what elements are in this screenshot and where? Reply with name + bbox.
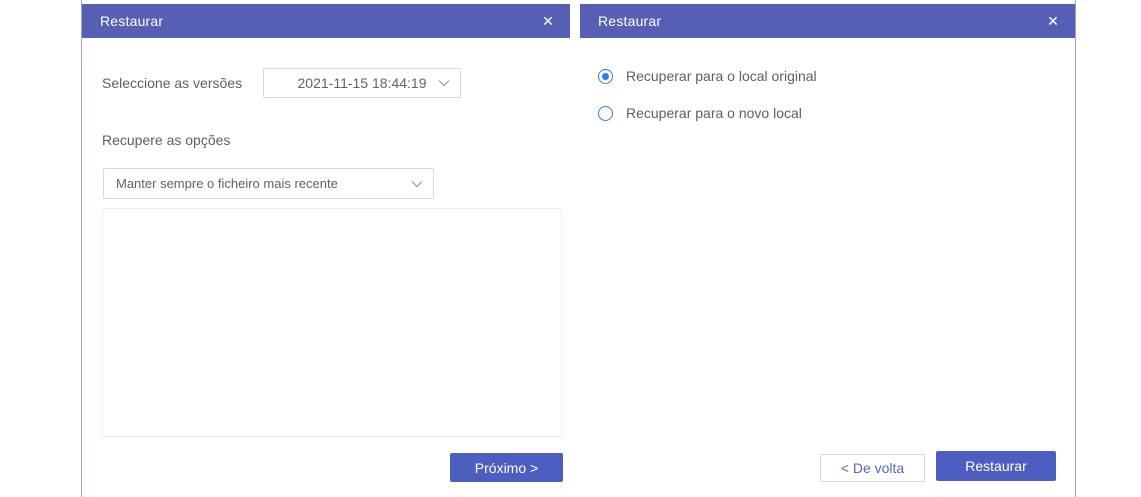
select-versions-label: Seleccione as versões (102, 75, 242, 91)
radio-label: Recuperar para o local original (626, 68, 817, 84)
radio-new-location[interactable]: Recuperar para o novo local (598, 105, 802, 121)
next-button[interactable]: Próximo > (450, 453, 563, 482)
file-list-box[interactable] (102, 208, 562, 437)
restore-button[interactable]: Restaurar (936, 451, 1056, 481)
radio-label: Recuperar para o novo local (626, 105, 802, 121)
radio-selected-icon[interactable] (598, 69, 613, 84)
close-icon[interactable]: ✕ (536, 4, 560, 38)
back-button[interactable]: < De volta (820, 454, 925, 482)
dialog-titlebar: Restaurar ✕ (82, 4, 570, 38)
dialog-title: Restaurar (598, 13, 661, 29)
underlying-window-right-edge (1075, 0, 1076, 497)
restore-version-dialog: Restaurar ✕ Seleccione as versões 2021-1… (82, 4, 570, 497)
version-dropdown-value: 2021-11-15 18:44:19 (298, 75, 427, 91)
recover-options-dropdown[interactable]: Manter sempre o ficheiro mais recente (103, 168, 434, 199)
restore-location-dialog: Restaurar ✕ Recuperar para o local origi… (580, 4, 1075, 497)
dialog-title: Restaurar (100, 13, 163, 29)
chevron-down-icon (411, 180, 423, 188)
radio-original-location[interactable]: Recuperar para o local original (598, 68, 817, 84)
version-dropdown[interactable]: 2021-11-15 18:44:19 (263, 68, 461, 98)
chevron-down-icon (438, 79, 450, 87)
close-icon[interactable]: ✕ (1041, 4, 1065, 38)
radio-unselected-icon[interactable] (598, 106, 613, 121)
recover-options-label: Recupere as opções (102, 132, 230, 148)
dialog-titlebar: Restaurar ✕ (580, 4, 1075, 38)
recover-options-dropdown-value: Manter sempre o ficheiro mais recente (116, 176, 338, 191)
